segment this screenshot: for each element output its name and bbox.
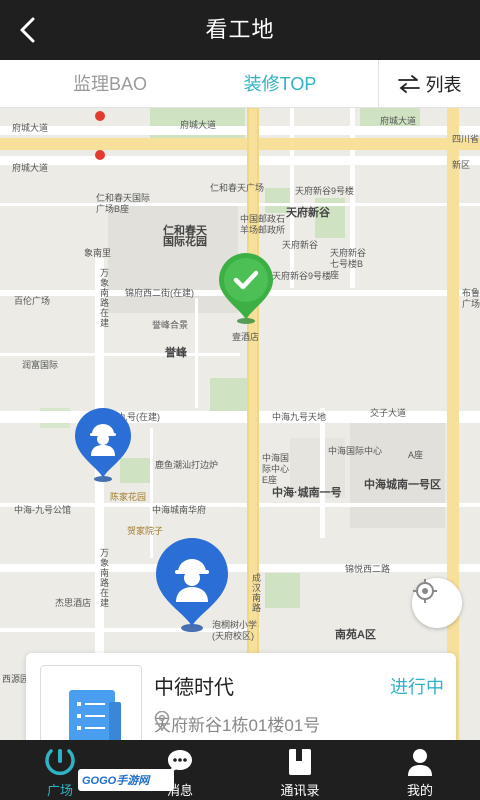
map-label: 誉峰 [165,347,187,359]
map-label: 中海国际中心E座 [262,453,290,485]
map-label: 中海国际中心 [328,446,383,456]
site-address: 天府新谷1栋01楼01号 [154,711,320,736]
locate-me-button[interactable] [412,578,462,628]
map-label: 象南里 [84,248,112,258]
nav-profile-label: 我的 [406,783,433,798]
map-label: 布鲁广场 [462,288,480,309]
map-label: 中海城南华府 [152,505,207,515]
worker-site-pin-small[interactable] [72,406,134,486]
list-view-button[interactable]: 列表 [378,60,480,108]
map-label: 中海九号天地 [272,412,327,422]
map-label: 府城大道 [380,116,417,126]
map-label: 百伦广场 [14,296,51,306]
map-label: 西源园 [2,674,30,684]
map-label: 鹿鱼潮汕打边炉 [155,460,219,470]
site-address-text: 天府新谷1栋01楼01号 [154,716,321,735]
tab-supervision[interactable]: 监理BAO [30,60,190,108]
map-label: 四川省 [452,134,480,144]
map-label: 誉峰合景 [152,320,189,330]
map-label: 万象南路在建 [99,548,109,608]
contacts-book-icon [289,749,311,775]
map-label: 仁和春天广场 [210,183,265,193]
map-label: 壹酒店 [232,332,260,342]
map-label: 南苑A区 [335,629,376,641]
app-header: 看工地 [0,0,480,60]
map-label: 锦悦西二路 [345,564,391,574]
map-label: 天府新谷七号楼B座 [330,248,367,280]
site-thumbnail [40,665,142,740]
location-pin-icon [154,711,170,731]
map-label: 天府新谷 [282,240,319,250]
nav-profile[interactable]: 我的 [380,740,460,800]
nav-contacts[interactable]: 通讯录 [260,740,340,800]
location-target-icon [413,579,437,603]
tab-decoration-top[interactable]: 装修TOP [200,60,360,108]
map-label: 润富国际 [22,360,59,370]
map-label: 中国邮政石羊场邮政所 [240,214,286,235]
map-label: 杰思酒店 [55,598,92,608]
site-status: 进行中 [390,677,444,697]
nav-contacts-label: 通讯录 [280,783,320,798]
map-label: 仁和春天国际广场B座 [96,193,151,214]
map-label: A座 [408,450,424,460]
watermark-logo: GOGO手游网 [78,769,174,791]
tab-bar: 监理BAO 装修TOP 列表 [0,60,480,108]
map-label: 锦府西二街(在建) [125,288,194,298]
map-label: 天府新谷9号楼 [295,186,355,196]
map-label: 府城大道 [12,123,49,133]
completed-site-pin[interactable] [214,250,278,330]
map-label: 万象南路在建 [99,268,109,328]
map-label: 中海-九号公馆 [14,505,71,515]
map-label: 陈家花园 [110,492,147,502]
site-info-card[interactable]: 中德时代 进行中 天府新谷1栋01楼01号 [26,653,456,740]
map-label: 府城大道 [12,163,49,173]
map-label: 成汉南路 [251,573,261,613]
person-icon [408,749,432,776]
page-title: 看工地 [205,17,275,42]
map-label: 仁和春天国际花园 [163,225,207,248]
map-label: 天府新谷9号楼 [272,271,332,281]
map-label: 府城大道 [180,120,217,130]
swap-arrows-icon [397,75,420,93]
worker-site-pin-large[interactable] [152,536,232,636]
map-label: 中海·城南一号 [272,487,342,499]
list-button-label: 列表 [425,75,462,95]
bottom-nav: 广场 消息 通讯录 我的 [0,740,480,800]
map-label: 中海城南一号区 [364,479,441,491]
map-label: 交子大道 [370,408,407,418]
map-label: 新区 [452,160,471,170]
plaza-icon [45,749,75,776]
site-name: 中德时代 [154,677,234,699]
map-label: 天府新谷 [286,207,330,219]
document-icon [69,690,121,740]
map-view[interactable]: 府城大道 府城大道 府城大道 府城大道 四川省 新区 仁和春天广场 仁和春天国际… [0,108,480,740]
